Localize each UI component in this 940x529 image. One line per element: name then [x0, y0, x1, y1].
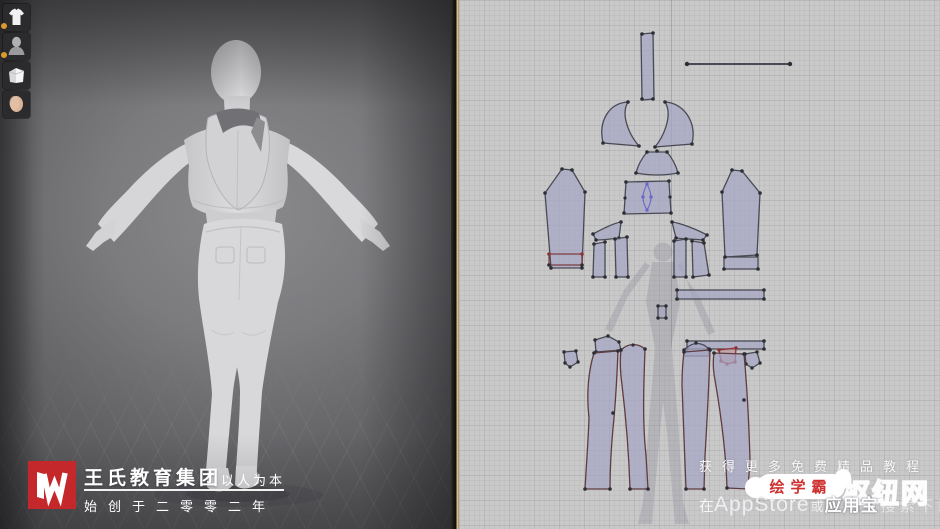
- company-name: 王氏教育集团: [84, 468, 223, 489]
- head-icon: [9, 96, 23, 112]
- bust-icon: [8, 36, 25, 55]
- pattern-icon: [8, 68, 25, 83]
- piece-sleeve-right[interactable]: [720, 168, 762, 271]
- piece-front-strip-left-2[interactable]: [613, 235, 630, 279]
- mannequin-figure: [86, 40, 390, 507]
- piece-sleeve-left[interactable]: [543, 167, 587, 270]
- mannequin-3d-model[interactable]: [0, 0, 451, 529]
- tshirt-icon: [9, 8, 24, 25]
- wm-appstore: AppStore: [714, 493, 810, 516]
- wm-or: 或: [810, 499, 824, 514]
- tool-sidebar: [0, 0, 33, 529]
- tile-avatar-bust[interactable]: [1, 33, 30, 60]
- panel-divider[interactable]: [451, 0, 459, 529]
- piece-front-shoulder-right[interactable]: [670, 220, 709, 242]
- wm-prefix: 在: [699, 498, 715, 515]
- piece-waistband-upper[interactable]: [675, 288, 766, 301]
- piece-pocket-right[interactable]: [743, 350, 762, 370]
- piece-hood-side-left[interactable]: [601, 100, 641, 148]
- status-dot: [1, 52, 7, 58]
- 3d-viewport[interactable]: 王氏教育集团 以人为本 始创于二零零二年: [0, 0, 491, 529]
- 2d-pattern-board[interactable]: [459, 0, 940, 529]
- company-since: 始创于二零零二年: [84, 499, 277, 514]
- model-head: [211, 40, 261, 104]
- piece-pocket-left[interactable]: [562, 349, 580, 369]
- pattern-pieces-canvas: [543, 0, 793, 524]
- piece-belt-loop[interactable]: [656, 304, 668, 320]
- jeans: [197, 218, 286, 470]
- status-dot: [1, 23, 7, 29]
- piece-pants-leg-2[interactable]: [619, 343, 650, 491]
- piece-front-strip-right-1[interactable]: [672, 237, 688, 279]
- tile-garment[interactable]: [1, 4, 30, 31]
- app-window: 王氏教育集团 以人为本 始创于二零零二年 获得更多免费精品教程 绘学霸 枢纽网 …: [0, 0, 940, 529]
- piece-back-yoke-panel[interactable]: [622, 179, 673, 215]
- brand-divider-line: [84, 489, 284, 491]
- wm-suffix: 搜索下载: [880, 498, 940, 515]
- w-logo-icon: [37, 472, 68, 507]
- piece-neck-strip[interactable]: [640, 31, 655, 101]
- company-slogan: 以人为本: [221, 473, 286, 488]
- watermark-download-text: 在 AppStore 或 应用宝 搜索下载: [699, 491, 940, 517]
- piece-hood-side-right[interactable]: [653, 100, 694, 149]
- piece-front-strip-right-2[interactable]: [690, 239, 711, 279]
- piece-front-strip-left-1[interactable]: [591, 240, 607, 279]
- tile-pattern-sheet[interactable]: [3, 62, 30, 89]
- piece-measure-line[interactable]: [684, 61, 793, 67]
- piece-pants-leg-1[interactable]: [583, 349, 620, 491]
- piece-hood-back[interactable]: [634, 149, 680, 176]
- company-logo: [28, 461, 76, 509]
- tile-avatar-head[interactable]: [3, 91, 30, 118]
- wm-yingyongbao: 应用宝: [824, 496, 879, 515]
